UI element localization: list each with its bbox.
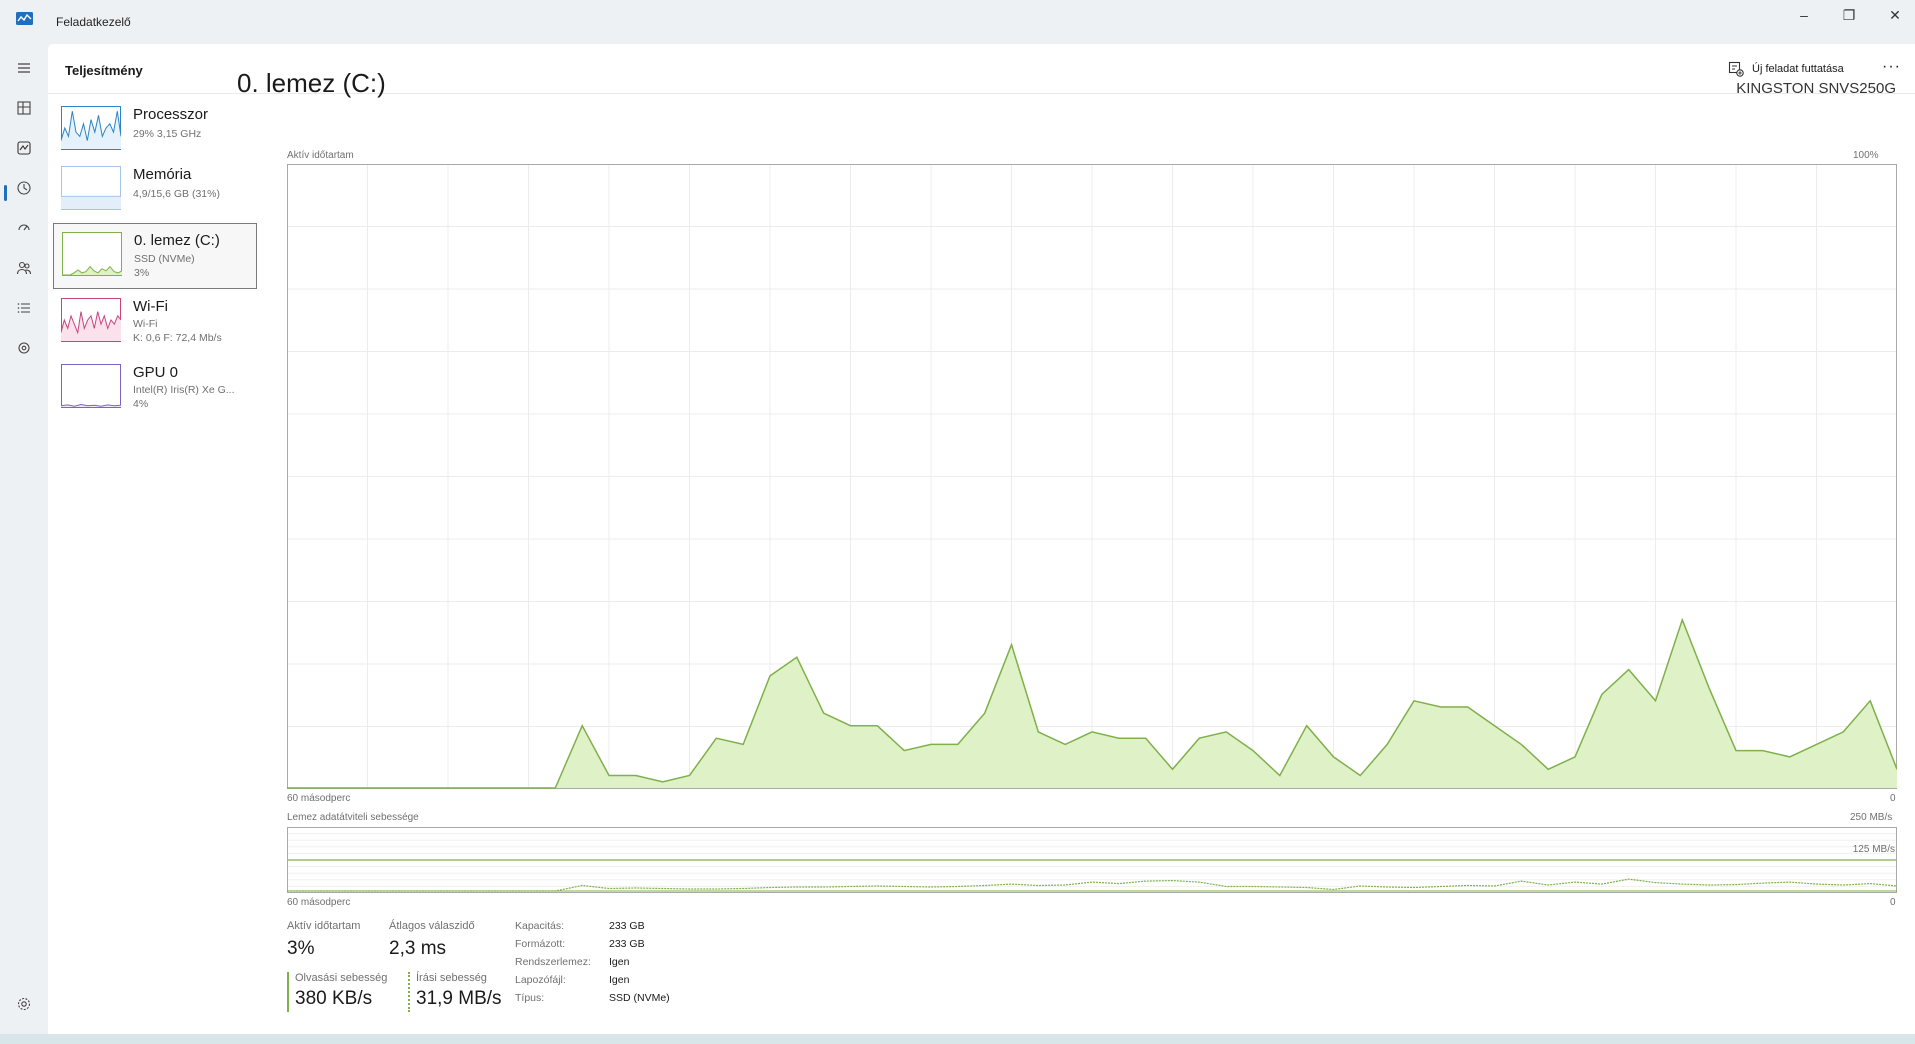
device-detail: SSD (NVMe) [134, 253, 195, 265]
disk-thumbnail-graph [62, 232, 122, 276]
users-icon [16, 261, 32, 275]
transfer-rate-chart: 125 MB/s [287, 827, 1897, 893]
device-name: 0. lemez (C:) [134, 232, 220, 249]
task-manager-app-icon [16, 12, 33, 25]
transfer-rate-chart-max: 250 MB/s [1850, 812, 1893, 823]
active-time-axis-left: 60 másodperc [287, 793, 351, 804]
close-button[interactable]: ✕ [1872, 0, 1915, 30]
device-detail: Intel(R) Iris(R) Xe G... [133, 384, 235, 396]
write-speed-label: Írási sebesség [416, 972, 487, 984]
transfer-rate-chart-label: Lemez adatátviteli sebessége [287, 812, 419, 823]
active-time-stat-value: 3% [287, 938, 315, 959]
active-time-axis-right: 0 [1890, 793, 1896, 804]
write-speed-legend-bar [408, 972, 410, 1012]
device-detail: 4,9/15,6 GB (31%) [133, 188, 220, 200]
property-value: 233 GB [609, 920, 645, 932]
device-throughput: K: 0,6 F: 72,4 Mb/s [133, 332, 222, 344]
minimize-button[interactable]: – [1781, 0, 1827, 30]
new-task-icon [1728, 61, 1744, 77]
device-usage: 4% [133, 398, 149, 410]
memory-thumb-area [61, 196, 121, 209]
device-name: Memória [133, 166, 192, 183]
device-item-memory[interactable]: Memória 4,9/15,6 GB (31%) [53, 158, 257, 224]
device-detail: 29% 3,15 GHz [133, 128, 202, 140]
gear-icon [17, 997, 31, 1011]
write-speed-value: 31,9 MB/s [416, 988, 502, 1009]
device-item-gpu[interactable]: GPU 0 Intel(R) Iris(R) Xe G... 4% [53, 356, 257, 422]
wifi-thumbnail-graph [61, 298, 121, 342]
run-new-task-button[interactable]: Új feladat futtatása [1728, 61, 1844, 77]
avg-response-label: Átlagos válaszidő [389, 920, 475, 932]
memory-thumbnail-graph [61, 166, 121, 210]
gpu-thumbnail-graph [61, 364, 121, 408]
active-time-chart [287, 164, 1897, 789]
maximize-button[interactable]: ❐ [1826, 0, 1872, 30]
active-time-chart-max: 100% [1853, 150, 1879, 161]
device-name: Wi-Fi [133, 298, 168, 315]
nav-performance[interactable] [12, 136, 36, 160]
nav-app-history[interactable] [12, 176, 36, 200]
read-speed-value: 380 KB/s [295, 988, 373, 1009]
startup-icon [18, 224, 30, 231]
avg-response-value: 2,3 ms [389, 938, 447, 959]
active-time-chart-label: Aktív időtartam [287, 150, 354, 161]
transfer-axis-right: 0 [1890, 897, 1896, 908]
nav-settings[interactable] [12, 992, 36, 1016]
nav-processes[interactable] [12, 96, 36, 120]
device-name: GPU 0 [133, 364, 179, 381]
performance-icon [17, 141, 31, 155]
transfer-rate-chart-svg [287, 827, 1897, 893]
nav-details[interactable] [12, 296, 36, 320]
hamburger-icon [18, 63, 30, 73]
disk-model: KINGSTON SNVS250G [1736, 80, 1896, 97]
page-title: Teljesítmény [65, 63, 143, 78]
active-nav-indicator [4, 185, 7, 201]
property-value: 233 GB [609, 938, 645, 950]
services-icon [18, 342, 30, 354]
device-usage: 3% [134, 267, 150, 279]
nav-startup-apps[interactable] [12, 216, 36, 240]
read-speed-legend-bar [287, 972, 289, 1012]
active-time-chart-svg [287, 164, 1897, 789]
processes-icon [17, 101, 31, 115]
property-label: Típus: [515, 992, 545, 1004]
nav-users[interactable] [12, 256, 36, 280]
transfer-axis-left: 60 másodperc [287, 897, 351, 908]
details-list-icon [17, 303, 30, 313]
active-time-stat-label: Aktív időtartam [287, 920, 361, 932]
property-label: Kapacitás: [515, 920, 565, 932]
window-title: Feladatkezelő [56, 15, 131, 29]
history-icon [17, 181, 31, 195]
property-label: Formázott: [515, 938, 566, 950]
read-speed-label: Olvasási sebesség [295, 972, 388, 984]
taskbar-strip [0, 1034, 1915, 1044]
property-label: Rendszerlemez: [515, 956, 591, 968]
property-value: SSD (NVMe) [609, 992, 670, 1004]
device-item-processor[interactable]: Processzor 29% 3,15 GHz [53, 98, 257, 164]
gpu-thumb-border [61, 364, 121, 408]
disk-title: 0. lemez (C:) [237, 68, 386, 98]
device-item-disk-0[interactable]: 0. lemez (C:) SSD (NVMe) 3% [53, 223, 257, 289]
nav-services[interactable] [12, 336, 36, 360]
title-bar: Feladatkezelő – ❐ ✕ [0, 0, 1915, 44]
run-new-task-label: Új feladat futtatása [1752, 63, 1844, 75]
device-item-wifi[interactable]: Wi-Fi Wi-Fi K: 0,6 F: 72,4 Mb/s [53, 290, 257, 356]
property-value: Igen [609, 956, 630, 968]
more-options-button[interactable]: ··· [1882, 58, 1901, 76]
navigation-rail [0, 44, 48, 1034]
transfer-rate-chart-mid: 125 MB/s [1852, 844, 1895, 855]
property-value: Igen [609, 974, 630, 986]
hamburger-menu-button[interactable] [12, 56, 36, 80]
device-detail: Wi-Fi [133, 318, 158, 330]
processor-thumbnail-graph [61, 106, 121, 150]
property-label: Lapozófájl: [515, 974, 566, 986]
device-name: Processzor [133, 106, 209, 123]
